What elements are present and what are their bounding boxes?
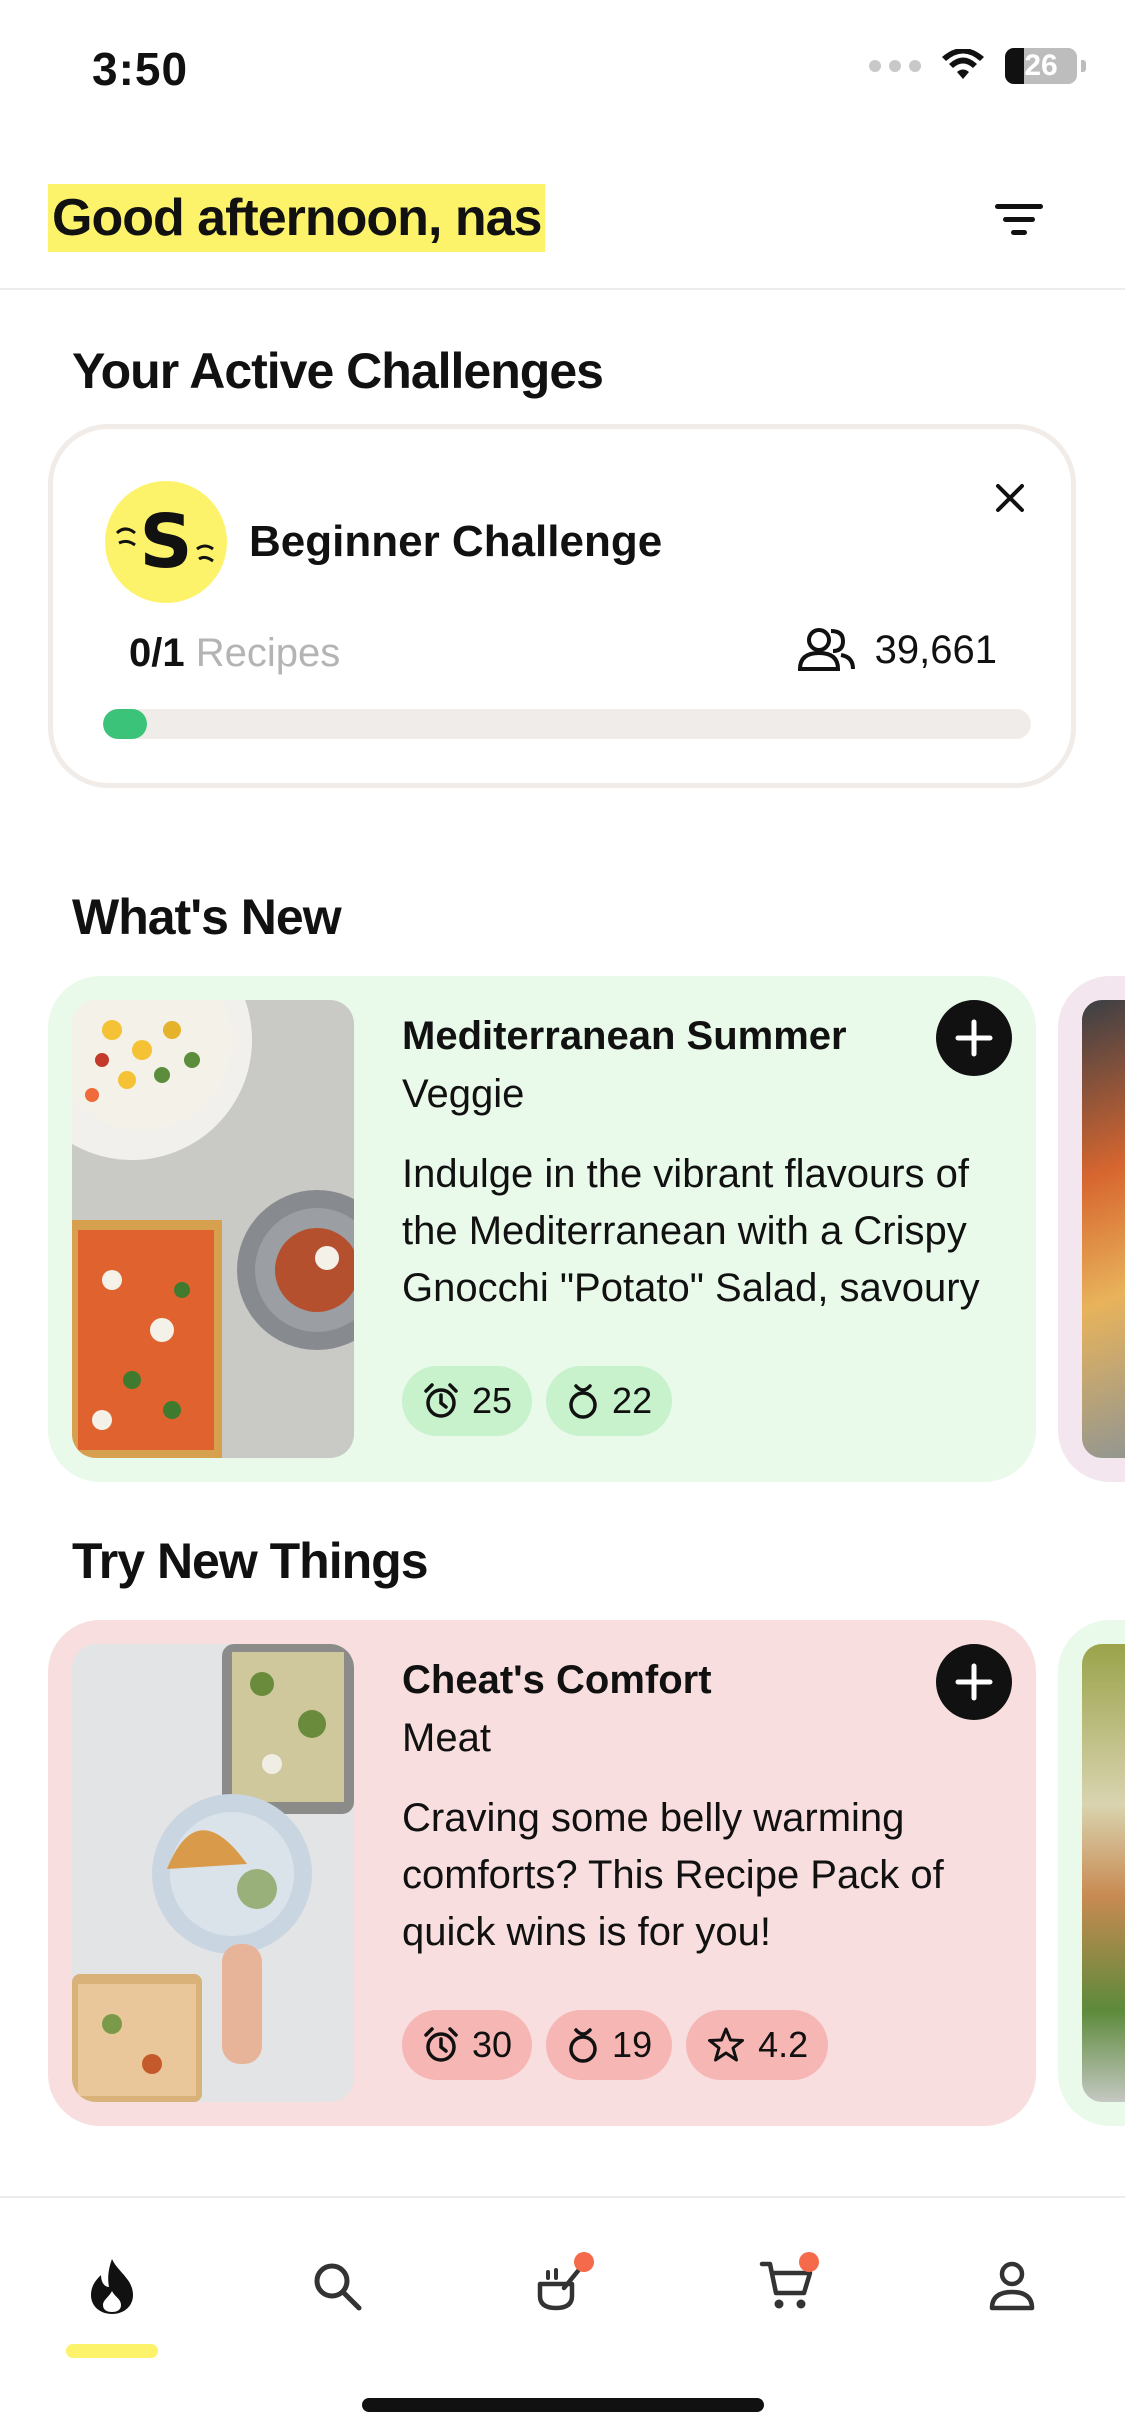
notification-dot	[799, 2252, 819, 2272]
challenge-progress-bar	[103, 709, 1031, 739]
participants-count: 39,661	[874, 627, 997, 672]
recipes-chip: 22	[546, 1366, 673, 1436]
home-flame-icon	[91, 2259, 133, 2314]
recipes-count: 22	[612, 1380, 653, 1421]
plus-icon	[955, 1019, 993, 1057]
home-indicator[interactable]	[362, 2398, 764, 2412]
time-chip: 30	[402, 2010, 533, 2080]
section-title-try-new-things: Try New Things	[72, 1533, 429, 1589]
recipe-pack-image	[72, 1644, 354, 2102]
pot-icon	[569, 1384, 597, 1419]
battery-level: 26	[1024, 49, 1058, 82]
time-value: 25	[472, 1380, 513, 1421]
section-title-whats-new: What's New	[72, 889, 342, 945]
nav-home[interactable]	[72, 2246, 152, 2326]
active-tab-indicator	[66, 2344, 158, 2358]
add-button[interactable]	[936, 1000, 1012, 1076]
section-title-active-challenges: Your Active Challenges	[72, 343, 604, 399]
greeting: Good afternoon, nas	[48, 184, 546, 252]
whats-new-carousel[interactable]: Mediterranean Summer Veggie Indulge in t…	[0, 976, 1125, 1486]
status-bar: 3:50 26	[0, 0, 1125, 140]
battery-icon: 26	[1005, 48, 1086, 84]
users-icon	[797, 628, 855, 671]
rating-chip: 4.2	[686, 2010, 829, 2080]
challenge-count: 0/1	[129, 631, 185, 675]
next-recipe-pack-card[interactable]	[1058, 976, 1125, 1482]
challenge-logo: S	[105, 481, 227, 603]
challenge-progress-fill	[103, 709, 147, 739]
recipe-pack-card[interactable]: Cheat's Comfort Meat Craving some belly …	[48, 1620, 1036, 2126]
add-button[interactable]	[936, 1644, 1012, 1720]
notification-dot	[574, 2252, 594, 2272]
participants: 39,661	[797, 627, 997, 673]
wifi-icon	[942, 49, 984, 79]
recipe-pack-title: Cheat's Comfort	[402, 1658, 712, 1702]
nav-cart[interactable]	[747, 2246, 827, 2326]
alarm-clock-icon	[424, 2027, 458, 2062]
next-recipe-pack-image	[1082, 1644, 1125, 2102]
next-recipe-pack-card[interactable]	[1058, 1620, 1125, 2126]
pot-icon	[569, 2028, 597, 2063]
alarm-clock-icon	[424, 1383, 458, 1418]
filter-button[interactable]	[989, 190, 1049, 250]
signal-icon	[869, 60, 921, 72]
header: Good afternoon, nas	[0, 160, 1125, 290]
recipes-count: 19	[612, 2024, 653, 2065]
search-icon	[314, 2263, 362, 2311]
challenge-card[interactable]: S Beginner Challenge 0/1 Recipes 39,661	[48, 424, 1076, 788]
challenge-progress-text: 0/1 Recipes	[129, 631, 340, 676]
profile-icon	[989, 2261, 1035, 2311]
nav-search[interactable]	[297, 2246, 377, 2326]
nav-profile[interactable]	[972, 2246, 1052, 2326]
close-icon	[996, 484, 1024, 512]
status-icons: 26	[869, 48, 1086, 84]
recipes-chip: 19	[546, 2010, 673, 2080]
nav-cooking[interactable]	[522, 2246, 602, 2326]
recipe-pack-meta: 25 22	[402, 1366, 673, 1436]
recipe-pack-category: Veggie	[402, 1072, 525, 1116]
star-icon	[708, 2027, 745, 2062]
challenge-name: Beginner Challenge	[249, 517, 663, 566]
time-value: 30	[472, 2024, 513, 2065]
close-button[interactable]	[985, 473, 1035, 523]
rating-value: 4.2	[758, 2024, 809, 2065]
status-time: 3:50	[92, 43, 189, 95]
recipe-pack-description: Indulge in the vibrant flavours of the M…	[402, 1152, 980, 1310]
recipe-pack-image	[72, 1000, 354, 1458]
recipe-pack-card[interactable]: Mediterranean Summer Veggie Indulge in t…	[48, 976, 1036, 1482]
next-recipe-pack-image	[1082, 1000, 1125, 1458]
try-new-things-carousel[interactable]: Cheat's Comfort Meat Craving some belly …	[0, 1620, 1125, 2130]
recipe-pack-title: Mediterranean Summer	[402, 1014, 847, 1058]
plus-icon	[955, 1663, 993, 1701]
recipe-pack-meta: 30 19 4.2	[402, 2010, 829, 2080]
recipe-pack-description: Craving some belly warming comforts? Thi…	[402, 1796, 944, 1954]
filter-icon	[995, 204, 1043, 235]
recipe-pack-category: Meat	[402, 1716, 491, 1760]
svg-text:S: S	[139, 499, 192, 585]
challenge-unit: Recipes	[195, 631, 341, 675]
time-chip: 25	[402, 1366, 533, 1436]
